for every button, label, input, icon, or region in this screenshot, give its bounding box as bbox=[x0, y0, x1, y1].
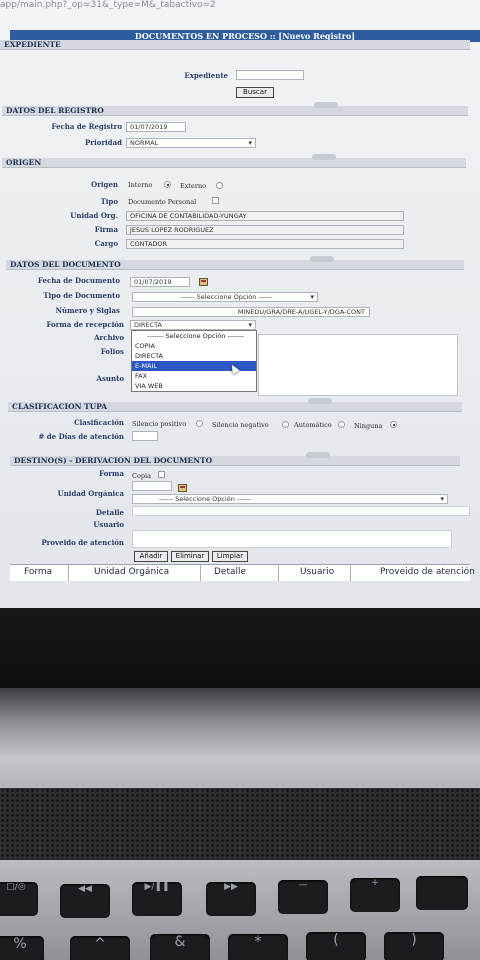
dropdown-option[interactable]: VIA WEB bbox=[132, 381, 256, 391]
speaker-grille bbox=[0, 788, 480, 860]
eliminar-button[interactable]: Eliminar bbox=[171, 551, 209, 562]
col-usuario[interactable]: Usuario bbox=[300, 567, 334, 577]
clasificacion-label: Clasificación bbox=[74, 418, 124, 427]
fecha-documento-label: Fecha de Documento bbox=[37, 276, 120, 285]
origen-interno-label: Interno bbox=[128, 181, 153, 189]
firma-field[interactable]: JESUS LOPEZ RODRIGUEZ bbox=[126, 225, 404, 235]
numero-siglas-label: Número y Siglas bbox=[55, 306, 120, 315]
documento-personal-checkbox[interactable] bbox=[212, 197, 219, 204]
forma-recepcion-select[interactable]: DIRECTA bbox=[130, 320, 256, 330]
folios-label: Folios bbox=[100, 347, 124, 356]
ninguna-label: Ninguna bbox=[354, 422, 383, 430]
cargo-label: Cargo bbox=[94, 239, 118, 248]
section-datos-documento: DATOS DEL DOCUMENTO bbox=[6, 256, 464, 270]
silencio-positivo-radio[interactable] bbox=[196, 420, 203, 427]
proveido-label: Proveido de atención bbox=[41, 538, 124, 547]
tipo-documento-select[interactable]: ------ Seleccione Opción ------ bbox=[132, 292, 318, 302]
unidad-organica-label: Unidad Orgánica bbox=[57, 489, 124, 498]
volume-down-icon[interactable]: — bbox=[278, 880, 328, 914]
key-percent[interactable]: % bbox=[0, 936, 44, 960]
fecha-registro-label: Fecha de Registro bbox=[51, 122, 122, 131]
expediente-label: Expediente bbox=[184, 71, 228, 80]
col-proveido[interactable]: Proveido de atención bbox=[380, 567, 475, 577]
buscar-button[interactable]: Buscar bbox=[236, 87, 274, 98]
unidad-org-label: Unidad Org. bbox=[70, 211, 118, 220]
asunto-label: Asunto bbox=[96, 374, 124, 383]
col-forma[interactable]: Forma bbox=[24, 567, 52, 577]
silencio-negativo-radio[interactable] bbox=[282, 421, 289, 428]
asunto-textarea[interactable] bbox=[258, 334, 458, 396]
origen-externo-label: Externo bbox=[180, 182, 207, 190]
proveido-textarea[interactable] bbox=[132, 530, 452, 548]
forma-recepcion-dropdown[interactable]: ------- Seleccione Opción ------- COPIA … bbox=[131, 330, 257, 392]
cargo-field[interactable]: CONTADOR bbox=[126, 239, 404, 249]
fecha-documento-field[interactable]: 01/07/2019 bbox=[130, 277, 190, 287]
unidad-organica-select[interactable]: ------ Seleccione Opción ------ bbox=[132, 494, 448, 504]
key-paren-right[interactable]: ) bbox=[384, 932, 444, 960]
envelope-icon[interactable] bbox=[178, 484, 187, 492]
unidad-org-field[interactable]: OFICINA DE CONTABILIDAD-YUNGAY bbox=[126, 211, 404, 221]
dropdown-option[interactable]: FAX bbox=[132, 371, 256, 381]
dropdown-option[interactable]: DIRECTA bbox=[132, 351, 256, 361]
detalle-input[interactable] bbox=[132, 506, 470, 516]
key-ampersand[interactable]: & bbox=[150, 934, 210, 960]
firma-label: Firma bbox=[94, 225, 118, 234]
numero-siglas-field[interactable]: MINEDU/GRA/DRE-A/UGEL-Y/DGA-CONT bbox=[132, 307, 370, 317]
section-datos-registro: DATOS DEL REGISTRO bbox=[2, 102, 468, 116]
mute-icon[interactable]: □/◎ bbox=[0, 882, 38, 916]
dias-atencion-label: # de Días de atención bbox=[38, 432, 124, 441]
key-asterisk[interactable]: * bbox=[228, 934, 288, 960]
origen-interno-radio[interactable] bbox=[164, 181, 171, 188]
copia-label: Copia bbox=[132, 472, 152, 480]
ninguna-radio[interactable] bbox=[390, 421, 397, 428]
anadir-button[interactable]: Añadir bbox=[134, 551, 168, 562]
tipo-label: Tipo bbox=[100, 197, 118, 206]
section-clasificacion-tupa: CLASIFICACION TUPA bbox=[8, 398, 462, 412]
col-detalle[interactable]: Detalle bbox=[214, 567, 246, 577]
key-caret[interactable]: ^ bbox=[70, 936, 130, 960]
key-paren-left[interactable]: ( bbox=[306, 932, 366, 960]
limpiar-button[interactable]: Limpiar bbox=[212, 551, 248, 562]
calendar-icon[interactable] bbox=[199, 278, 208, 286]
dropdown-option[interactable]: COPIA bbox=[132, 341, 256, 351]
previous-track-icon[interactable]: ◀◀ bbox=[60, 884, 110, 918]
section-destino: DESTINO(S) - DERIVACION DEL DOCUMENTO bbox=[10, 452, 460, 466]
browser-screen: app/main.php?_op=31&_type=M&_tabactivo=2… bbox=[0, 0, 480, 608]
laptop-hinge bbox=[0, 688, 480, 788]
destinos-table-header: Forma Unidad Orgánica Detalle Usuario Pr… bbox=[10, 564, 475, 581]
prioridad-select[interactable]: NORMAL bbox=[126, 138, 256, 148]
dropdown-option[interactable]: ------- Seleccione Opción ------- bbox=[132, 331, 256, 341]
origen-externo-radio[interactable] bbox=[216, 182, 223, 189]
section-origen: ORIGEN bbox=[2, 154, 466, 168]
keyboard: □/◎ ◀◀ ▶/❚❚ ▶▶ — + % ^ & * ( ) bbox=[0, 860, 480, 960]
detalle-label: Detalle bbox=[95, 508, 124, 517]
copia-checkbox[interactable] bbox=[158, 471, 165, 478]
dias-atencion-input[interactable] bbox=[132, 431, 158, 441]
address-bar-url[interactable]: app/main.php?_op=31&_type=M&_tabactivo=2 bbox=[0, 0, 216, 14]
fecha-registro-field[interactable]: 01/07/2019 bbox=[126, 122, 186, 132]
forma-recepcion-label: Forma de recepción bbox=[46, 320, 124, 329]
expediente-input[interactable] bbox=[236, 70, 304, 80]
section-expediente: EXPEDIENTE bbox=[0, 40, 470, 50]
laptop-photo: app/main.php?_op=31&_type=M&_tabactivo=2… bbox=[0, 0, 480, 960]
usuario-label: Usuario bbox=[93, 520, 124, 529]
prioridad-label: Prioridad bbox=[85, 138, 122, 147]
ins-key[interactable] bbox=[416, 876, 468, 910]
play-pause-icon[interactable]: ▶/❚❚ bbox=[132, 882, 182, 916]
tipo-value: Documento Personal bbox=[128, 198, 197, 206]
archivo-label: Archivo bbox=[94, 333, 124, 342]
silencio-negativo-label: Silencio negativo bbox=[212, 421, 269, 429]
automatico-label: Automático bbox=[294, 421, 332, 429]
col-unidad-organica[interactable]: Unidad Orgánica bbox=[94, 567, 169, 577]
origen-label: Origen bbox=[91, 180, 118, 189]
silencio-positivo-label: Silencio positivo bbox=[132, 420, 187, 428]
next-track-icon[interactable]: ▶▶ bbox=[206, 882, 256, 916]
automatico-radio[interactable] bbox=[338, 421, 345, 428]
screen-bezel bbox=[0, 608, 480, 688]
tipo-documento-label: Tipo de Documento bbox=[43, 291, 120, 300]
unidad-code-input[interactable] bbox=[132, 481, 172, 491]
forma-label: Forma bbox=[99, 469, 124, 478]
volume-up-icon[interactable]: + bbox=[350, 878, 400, 912]
